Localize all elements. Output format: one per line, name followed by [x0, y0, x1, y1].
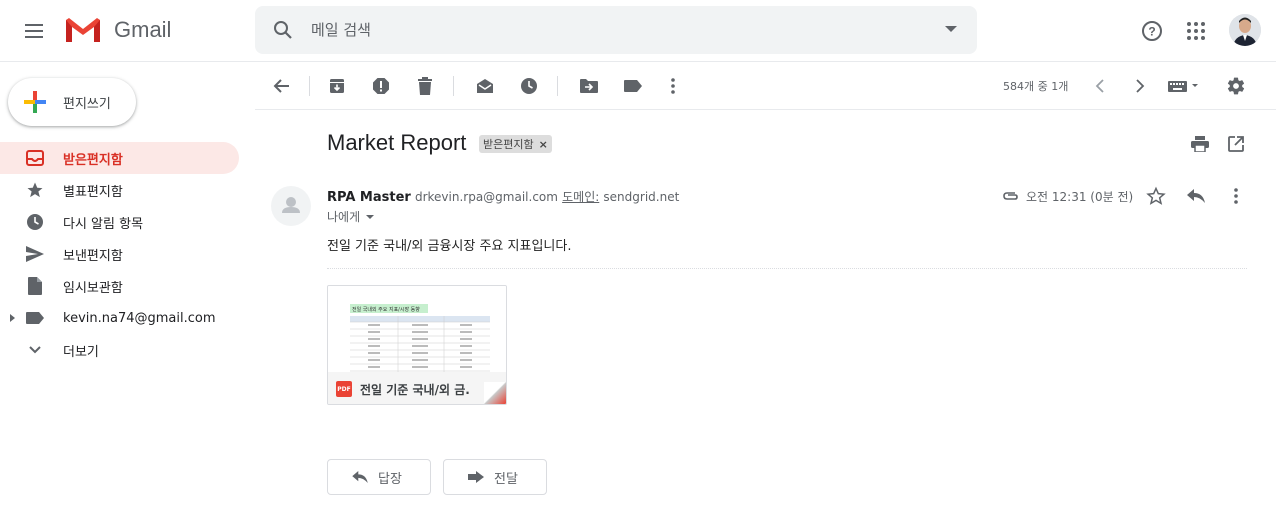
star-outline-icon[interactable]: [1144, 184, 1168, 208]
clock-icon: [26, 213, 44, 231]
more-vert-icon[interactable]: [661, 74, 685, 98]
remove-label-icon[interactable]: ×: [539, 138, 548, 151]
account-avatar[interactable]: [1229, 14, 1261, 46]
message-subject: Market Report: [327, 130, 467, 155]
sidebar-item-label-kevin[interactable]: kevin.na74@gmail.com: [0, 302, 239, 334]
settings-gear-icon[interactable]: [1224, 74, 1248, 98]
open-new-window-icon[interactable]: [1224, 132, 1248, 156]
mailed-by-domain-label[interactable]: 도메인:: [562, 190, 599, 204]
compose-label: 편지쓰기: [63, 96, 111, 112]
sidebar-item-label: 별표편지함: [63, 184, 123, 200]
sidebar-item-sent[interactable]: 보낸편지함: [0, 238, 239, 270]
chevron-right-icon[interactable]: [1128, 74, 1152, 98]
sender-avatar: [271, 186, 311, 226]
sidebar-item-more[interactable]: 더보기: [0, 334, 239, 366]
more-vert-icon[interactable]: [1224, 184, 1248, 208]
sidebar: 편지쓰기 받은편지함 별표편지함 다시 알림 항목 보낸편지함 임시보관함 ke…: [0, 62, 255, 520]
attachment-preview-title: 전일 국내외 주요 지표/시장 동향: [352, 306, 420, 313]
top-bar: Gmail ?: [0, 0, 1276, 62]
delete-icon[interactable]: [413, 74, 437, 98]
forward-button[interactable]: 전달: [443, 459, 547, 495]
reply-button[interactable]: 답장: [327, 459, 431, 495]
app-name: Gmail: [114, 17, 172, 42]
mark-unread-icon[interactable]: [473, 74, 497, 98]
star-icon: [26, 181, 44, 199]
chevron-down-icon: [366, 214, 375, 219]
search-options-dropdown-icon[interactable]: [945, 26, 957, 32]
toolbar-divider: [309, 76, 310, 96]
sidebar-item-label: 받은편지함: [63, 152, 123, 168]
archive-icon[interactable]: [325, 74, 349, 98]
sidebar-item-label: 보낸편지함: [63, 248, 123, 264]
search-bar: [255, 6, 977, 54]
message-body: 전일 기준 국내/외 금융시장 주요 지표입니다.: [327, 239, 572, 254]
forward-button-label: 전달: [494, 471, 518, 487]
page-count: 584개 중 1개: [1003, 80, 1069, 93]
chevron-down-icon: [26, 341, 44, 359]
reply-arrow-icon[interactable]: [1184, 184, 1208, 208]
sidebar-item-label: 임시보관함: [63, 280, 123, 296]
message-toolbar: 584개 중 1개: [255, 62, 1276, 110]
attachments-divider: [327, 268, 1247, 269]
plus-icon: [24, 91, 46, 113]
page-fold-icon: [484, 382, 506, 404]
label-chip-text: 받은편지함: [483, 138, 534, 151]
inbox-icon: [26, 149, 44, 167]
inbox-label-chip[interactable]: 받은편지함 ×: [479, 135, 552, 153]
recipient-text: 나에게: [327, 210, 361, 224]
sender-name[interactable]: RPA Master: [327, 190, 411, 205]
sidebar-item-inbox[interactable]: 받은편지함: [0, 142, 239, 174]
sidebar-item-label: 더보기: [63, 344, 99, 360]
pdf-file-icon: PDF: [336, 381, 352, 397]
keyboard-icon[interactable]: [1167, 74, 1201, 98]
recipient-details-toggle[interactable]: 나에게: [327, 208, 375, 225]
toolbar-divider: [453, 76, 454, 96]
sender-email: drkevin.rpa@gmail.com: [414, 190, 558, 204]
label-icon[interactable]: [621, 74, 645, 98]
sidebar-item-label: kevin.na74@gmail.com: [63, 310, 216, 326]
apps-grid-icon[interactable]: [1180, 15, 1212, 47]
reply-button-label: 답장: [378, 471, 402, 487]
move-to-folder-icon[interactable]: [577, 74, 601, 98]
help-icon[interactable]: ?: [1136, 15, 1168, 47]
search-icon[interactable]: [271, 18, 295, 42]
compose-button[interactable]: 편지쓰기: [8, 78, 136, 126]
sender-line: RPA Master drkevin.rpa@gmail.com 도메인: se…: [327, 188, 679, 205]
sidebar-item-snoozed[interactable]: 다시 알림 항목: [0, 206, 239, 238]
back-arrow-icon[interactable]: [269, 74, 293, 98]
attachment-footer: PDF 전일 기준 국내/외 금...: [328, 372, 506, 404]
sidebar-item-label: 다시 알림 항목: [63, 216, 144, 232]
attachment-preview: 전일 국내외 주요 지표/시장 동향: [328, 286, 506, 372]
forward-arrow-icon: [468, 471, 484, 483]
search-input[interactable]: [311, 18, 911, 42]
mailed-by-domain-value: sendgrid.net: [603, 190, 680, 204]
gmail-logo[interactable]: Gmail: [64, 14, 171, 46]
label-icon: [26, 309, 44, 327]
message-view: 584개 중 1개 Market Report 받은편지함 × RPA Mast…: [255, 62, 1276, 520]
nav-list: 받은편지함 별표편지함 다시 알림 항목 보낸편지함 임시보관함 kevin.n…: [0, 142, 255, 366]
attachment-clip-icon: [1003, 192, 1018, 200]
draft-icon: [26, 277, 44, 295]
attachment-name: 전일 기준 국내/외 금...: [360, 382, 470, 397]
svg-text:?: ?: [1148, 25, 1155, 39]
report-spam-icon[interactable]: [369, 74, 393, 98]
toolbar-divider: [557, 76, 558, 96]
attachment-card[interactable]: 전일 국내외 주요 지표/시장 동향 PDF 전일 기준 국내/외 금...: [327, 285, 507, 405]
reply-arrow-icon: [352, 471, 368, 483]
send-icon: [26, 245, 44, 263]
print-icon[interactable]: [1188, 132, 1212, 156]
sidebar-item-starred[interactable]: 별표편지함: [0, 174, 239, 206]
sidebar-item-drafts[interactable]: 임시보관함: [0, 270, 239, 302]
message-time: 오전 12:31 (0분 전): [1026, 190, 1134, 204]
chevron-left-icon[interactable]: [1088, 74, 1112, 98]
main-menu-button[interactable]: [22, 19, 46, 43]
snooze-clock-icon[interactable]: [517, 74, 541, 98]
gmail-m-icon: [66, 18, 100, 42]
expand-arrow-icon[interactable]: [10, 314, 15, 322]
